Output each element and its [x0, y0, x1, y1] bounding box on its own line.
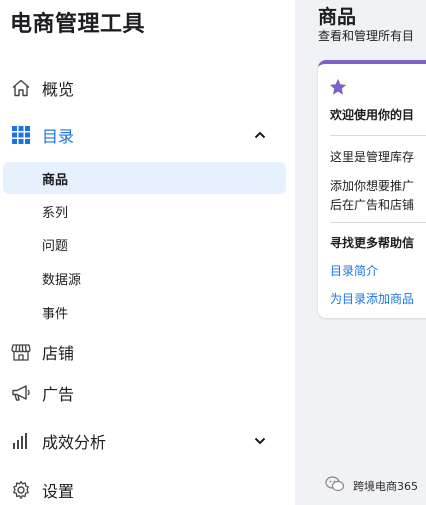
bar-chart-icon	[10, 430, 32, 452]
sidebar-item-label: 成效分析	[42, 433, 107, 452]
welcome-card: 欢迎使用你的目 这里是管理库存 添加你想要推广 后在广告和店铺 寻找更多帮助信 …	[318, 60, 426, 318]
sidebar-subitem-label: 数据源	[42, 272, 82, 288]
sidebar: 电商管理工具 概览 目录 商品 系列 问题 数据源 事件 店铺 广告 成效分析 …	[0, 0, 295, 505]
add-products-link[interactable]: 为目录添加商品	[330, 290, 414, 307]
card-text: 添加你想要推广	[330, 179, 415, 193]
card-help-title: 寻找更多帮助信	[330, 236, 415, 250]
sidebar-item-label: 店铺	[42, 344, 75, 363]
sidebar-item-label: 设置	[42, 482, 75, 501]
chevron-up-icon[interactable]	[253, 128, 267, 142]
sidebar-item-label: 广告	[42, 385, 75, 404]
sidebar-subitem-issues[interactable]: 问题	[3, 228, 286, 260]
sidebar-item-analytics[interactable]: 成效分析	[0, 424, 295, 458]
sidebar-item-catalog[interactable]: 目录	[0, 118, 295, 152]
star-icon	[329, 78, 347, 96]
sidebar-subitem-sets[interactable]: 系列	[3, 195, 286, 227]
card-heading: 欢迎使用你的目	[330, 108, 415, 122]
app-title: 电商管理工具	[10, 12, 146, 37]
sidebar-subitem-products[interactable]: 商品	[3, 162, 286, 194]
sidebar-subitem-label: 问题	[42, 238, 69, 254]
page-subtitle: 查看和管理所有目	[318, 29, 415, 43]
home-icon	[10, 77, 32, 99]
sidebar-subitem-data-sources[interactable]: 数据源	[3, 262, 286, 294]
megaphone-icon	[10, 382, 32, 404]
card-text: 这里是管理库存	[330, 150, 415, 164]
chevron-down-icon[interactable]	[253, 434, 267, 448]
sidebar-subitem-events[interactable]: 事件	[3, 296, 286, 328]
sidebar-item-ads[interactable]: 广告	[0, 376, 295, 410]
page-title: 商品	[318, 6, 357, 28]
sidebar-subitem-label: 系列	[42, 205, 69, 221]
sidebar-item-label: 概览	[42, 80, 75, 99]
main-content: 商品 查看和管理所有目 欢迎使用你的目 这里是管理库存 添加你想要推广 后在广告…	[295, 0, 426, 505]
card-divider	[330, 222, 426, 223]
sidebar-item-label: 目录	[42, 127, 75, 146]
watermark-text: 跨境电商365	[353, 480, 418, 493]
sidebar-item-settings[interactable]: 设置	[0, 473, 295, 505]
sidebar-subitem-label: 事件	[42, 306, 69, 322]
sidebar-item-overview[interactable]: 概览	[0, 71, 295, 105]
sidebar-subitem-label: 商品	[42, 172, 69, 188]
sidebar-item-shops[interactable]: 店铺	[0, 335, 295, 369]
watermark: 跨境电商365	[325, 476, 418, 496]
wechat-icon	[325, 476, 345, 496]
card-divider	[330, 135, 426, 136]
storefront-icon	[10, 341, 32, 363]
card-text: 后在广告和店铺	[330, 198, 415, 212]
grid-icon	[10, 124, 32, 146]
gear-icon	[10, 479, 32, 501]
catalog-intro-link[interactable]: 目录简介	[330, 262, 378, 279]
